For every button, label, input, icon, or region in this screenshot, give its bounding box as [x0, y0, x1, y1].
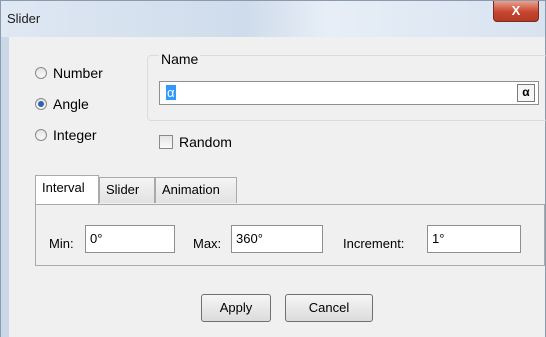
increment-value: 1° [432, 231, 445, 246]
random-label: Random [179, 134, 232, 150]
close-icon: X [511, 3, 521, 18]
max-value: 360° [236, 231, 263, 246]
tab-animation[interactable]: Animation [155, 177, 237, 203]
close-button[interactable]: X [493, 1, 539, 22]
random-checkbox[interactable] [159, 135, 173, 149]
name-input[interactable]: α α [159, 81, 539, 105]
cancel-button[interactable]: Cancel [285, 294, 373, 322]
max-input[interactable]: 360° [231, 225, 323, 253]
random-checkbox-row[interactable]: Random [159, 134, 232, 150]
radio-angle-label: Angle [53, 96, 89, 112]
min-input[interactable]: 0° [85, 225, 175, 253]
window-title: Slider [7, 11, 41, 26]
increment-label: Increment: [343, 236, 405, 251]
radio-integer-label: Integer [53, 127, 97, 143]
radio-number-circle[interactable] [35, 67, 47, 79]
radio-angle-circle[interactable] [35, 98, 47, 110]
tab-interval-label: Interval [42, 180, 85, 195]
tab-slider[interactable]: Slider [99, 177, 155, 203]
apply-button[interactable]: Apply [201, 294, 271, 322]
tab-slider-label: Slider [106, 182, 140, 197]
radio-number-label: Number [53, 65, 103, 81]
slider-dialog: Slider X Number Angle Integer Name α α R… [0, 0, 546, 337]
alpha-symbol-button[interactable]: α [517, 84, 535, 102]
min-label: Min: [49, 236, 74, 251]
radio-number[interactable]: Number [35, 65, 103, 81]
radio-integer-circle[interactable] [35, 129, 47, 141]
title-bar[interactable]: Slider X [1, 1, 545, 37]
name-legend: Name [159, 51, 201, 67]
dialog-content: Number Angle Integer Name α α Random Int… [9, 37, 546, 337]
radio-integer[interactable]: Integer [35, 127, 97, 143]
tab-animation-label: Animation [162, 182, 220, 197]
window-frame-left [1, 37, 9, 337]
max-label: Max: [193, 236, 222, 251]
increment-input[interactable]: 1° [427, 225, 521, 253]
name-value: α [166, 85, 176, 100]
tab-interval[interactable]: Interval [35, 175, 99, 204]
min-value: 0° [90, 231, 103, 246]
radio-angle[interactable]: Angle [35, 96, 89, 112]
